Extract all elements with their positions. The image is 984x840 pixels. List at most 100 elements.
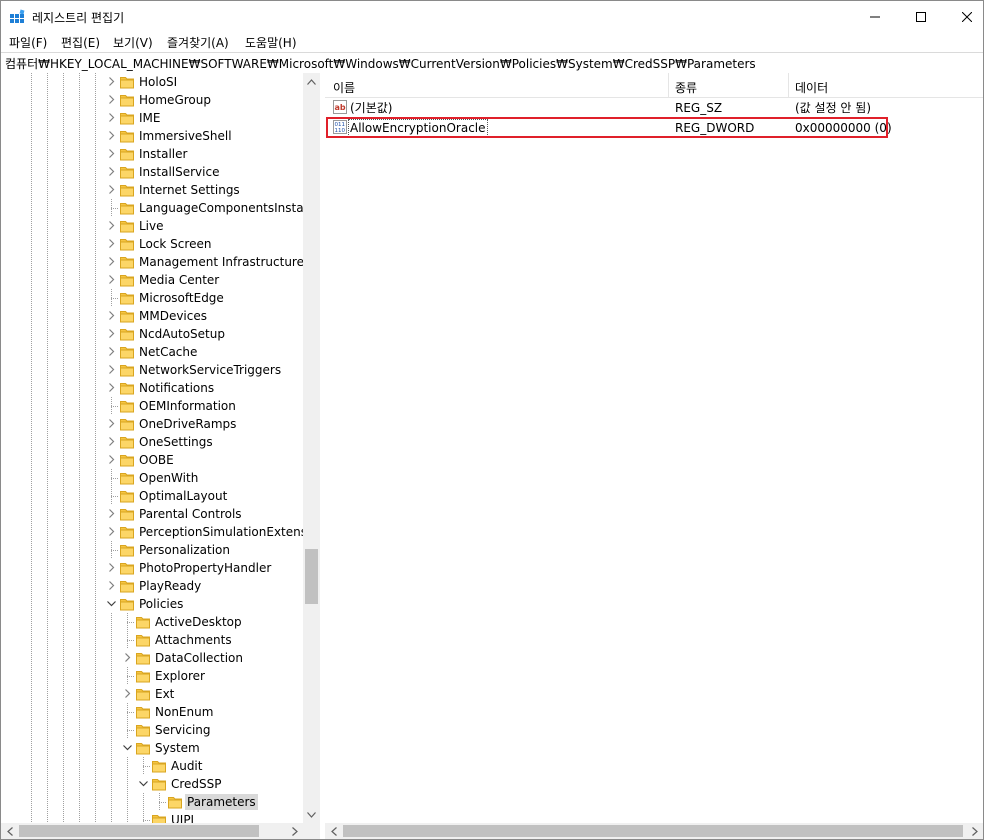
list-scroll-right-arrow[interactable] <box>966 823 983 839</box>
chevron-right-icon[interactable] <box>107 581 116 590</box>
address-bar[interactable]: 컴퓨터₩HKEY_LOCAL_MACHINE₩SOFTWARE₩Microsof… <box>1 52 983 74</box>
column-type-header[interactable]: 종류 <box>675 79 697 96</box>
chevron-right-icon[interactable] <box>107 167 116 176</box>
chevron-right-icon[interactable] <box>107 329 116 338</box>
chevron-right-icon[interactable] <box>107 419 116 428</box>
chevron-right-icon[interactable] <box>107 437 116 446</box>
tree-item[interactable]: ActiveDesktop <box>1 613 303 631</box>
chevron-right-icon[interactable] <box>107 131 116 140</box>
tree-item[interactable]: UIPI <box>1 811 303 823</box>
tree-item[interactable]: NcdAutoSetup <box>1 325 303 343</box>
chevron-right-icon[interactable] <box>107 257 116 266</box>
chevron-right-icon[interactable] <box>123 689 132 698</box>
scroll-down-arrow[interactable] <box>303 806 320 823</box>
tree-guide-line <box>79 289 80 307</box>
chevron-right-icon[interactable] <box>107 347 116 356</box>
chevron-right-icon[interactable] <box>107 563 116 572</box>
tree-item[interactable]: IME <box>1 109 303 127</box>
chevron-right-icon[interactable] <box>107 185 116 194</box>
chevron-right-icon[interactable] <box>107 455 116 464</box>
tree-horizontal-thumb[interactable] <box>19 825 259 837</box>
menu-file[interactable]: 파일(F) <box>9 34 47 51</box>
tree-item[interactable]: Parameters <box>1 793 303 811</box>
tree-item[interactable]: InstallService <box>1 163 303 181</box>
tree-item[interactable]: Policies <box>1 595 303 613</box>
chevron-right-icon[interactable] <box>107 509 116 518</box>
tree-item[interactable]: MMDevices <box>1 307 303 325</box>
column-data-header[interactable]: 데이터 <box>795 79 828 96</box>
tree-vertical-thumb[interactable] <box>305 549 318 604</box>
list-horizontal-scrollbar[interactable] <box>325 823 983 839</box>
close-button[interactable] <box>944 1 984 32</box>
tree-item[interactable]: Ext <box>1 685 303 703</box>
tree-scroll-right-arrow[interactable] <box>286 823 303 839</box>
tree-item[interactable]: Audit <box>1 757 303 775</box>
tree-item[interactable]: Notifications <box>1 379 303 397</box>
chevron-right-icon[interactable] <box>107 239 116 248</box>
tree-item[interactable]: Attachments <box>1 631 303 649</box>
column-name-header[interactable]: 이름 <box>333 79 355 96</box>
menu-view[interactable]: 보기(V) <box>113 34 153 51</box>
tree-item[interactable]: Servicing <box>1 721 303 739</box>
tree-item[interactable]: Internet Settings <box>1 181 303 199</box>
tree-item[interactable]: Installer <box>1 145 303 163</box>
column-separator[interactable] <box>668 73 669 97</box>
tree-item[interactable]: HomeGroup <box>1 91 303 109</box>
chevron-right-icon[interactable] <box>123 653 132 662</box>
tree-item[interactable]: Explorer <box>1 667 303 685</box>
tree-item[interactable]: CredSSP <box>1 775 303 793</box>
chevron-right-icon[interactable] <box>107 77 116 86</box>
tree-horizontal-scrollbar[interactable] <box>1 823 303 839</box>
chevron-down-icon[interactable] <box>139 779 148 788</box>
chevron-right-icon[interactable] <box>107 311 116 320</box>
chevron-right-icon[interactable] <box>107 95 116 104</box>
tree-item[interactable]: Management Infrastructure <box>1 253 304 271</box>
tree-item[interactable]: DataCollection <box>1 649 303 667</box>
tree-item[interactable]: OOBE <box>1 451 303 469</box>
tree-item[interactable]: NetworkServiceTriggers <box>1 361 303 379</box>
column-separator[interactable] <box>788 73 789 97</box>
chevron-right-icon[interactable] <box>107 149 116 158</box>
scroll-up-arrow[interactable] <box>303 73 320 90</box>
tree-item[interactable]: Lock Screen <box>1 235 303 253</box>
minimize-button[interactable] <box>852 1 898 32</box>
tree-item[interactable]: OptimalLayout <box>1 487 303 505</box>
tree-item[interactable]: OneSettings <box>1 433 303 451</box>
tree-item[interactable]: OEMInformation <box>1 397 303 415</box>
tree-item[interactable]: OpenWith <box>1 469 303 487</box>
tree-item[interactable]: Personalization <box>1 541 303 559</box>
list-scroll-left-arrow[interactable] <box>325 823 342 839</box>
tree-item[interactable]: Parental Controls <box>1 505 303 523</box>
tree-vertical-scrollbar[interactable] <box>303 73 320 823</box>
menu-favorites[interactable]: 즐겨찾기(A) <box>167 34 229 51</box>
tree-item[interactable]: NetCache <box>1 343 303 361</box>
tree-item[interactable]: Live <box>1 217 303 235</box>
tree-item[interactable]: PerceptionSimulationExtensions <box>1 523 321 541</box>
chevron-right-icon[interactable] <box>107 365 116 374</box>
tree-item[interactable]: Media Center <box>1 271 303 289</box>
tree-guide-line <box>31 811 32 823</box>
tree-item[interactable]: OneDriveRamps <box>1 415 303 433</box>
tree-item[interactable]: MicrosoftEdge <box>1 289 303 307</box>
tree-item[interactable]: ImmersiveShell <box>1 127 303 145</box>
tree-scroll-left-arrow[interactable] <box>1 823 18 839</box>
maximize-button[interactable] <box>898 1 944 32</box>
tree-item[interactable]: LanguageComponentsInstaller <box>1 199 321 217</box>
chevron-right-icon[interactable] <box>107 275 116 284</box>
chevron-down-icon[interactable] <box>107 599 116 608</box>
chevron-right-icon[interactable] <box>107 527 116 536</box>
list-horizontal-thumb[interactable] <box>343 825 963 837</box>
tree-item[interactable]: PhotoPropertyHandler <box>1 559 303 577</box>
menu-edit[interactable]: 편집(E) <box>61 34 100 51</box>
tree-guide-line <box>79 703 80 721</box>
tree-item[interactable]: NonEnum <box>1 703 303 721</box>
menu-help[interactable]: 도움말(H) <box>245 34 297 51</box>
list-row-default[interactable]: ab (기본값) REG_SZ (값 설정 안 됨) <box>325 99 983 117</box>
tree-item[interactable]: PlayReady <box>1 577 303 595</box>
chevron-right-icon[interactable] <box>107 383 116 392</box>
chevron-right-icon[interactable] <box>107 221 116 230</box>
chevron-right-icon[interactable] <box>107 113 116 122</box>
tree-item[interactable]: HoloSI <box>1 73 303 91</box>
tree-item[interactable]: System <box>1 739 303 757</box>
chevron-down-icon[interactable] <box>123 743 132 752</box>
